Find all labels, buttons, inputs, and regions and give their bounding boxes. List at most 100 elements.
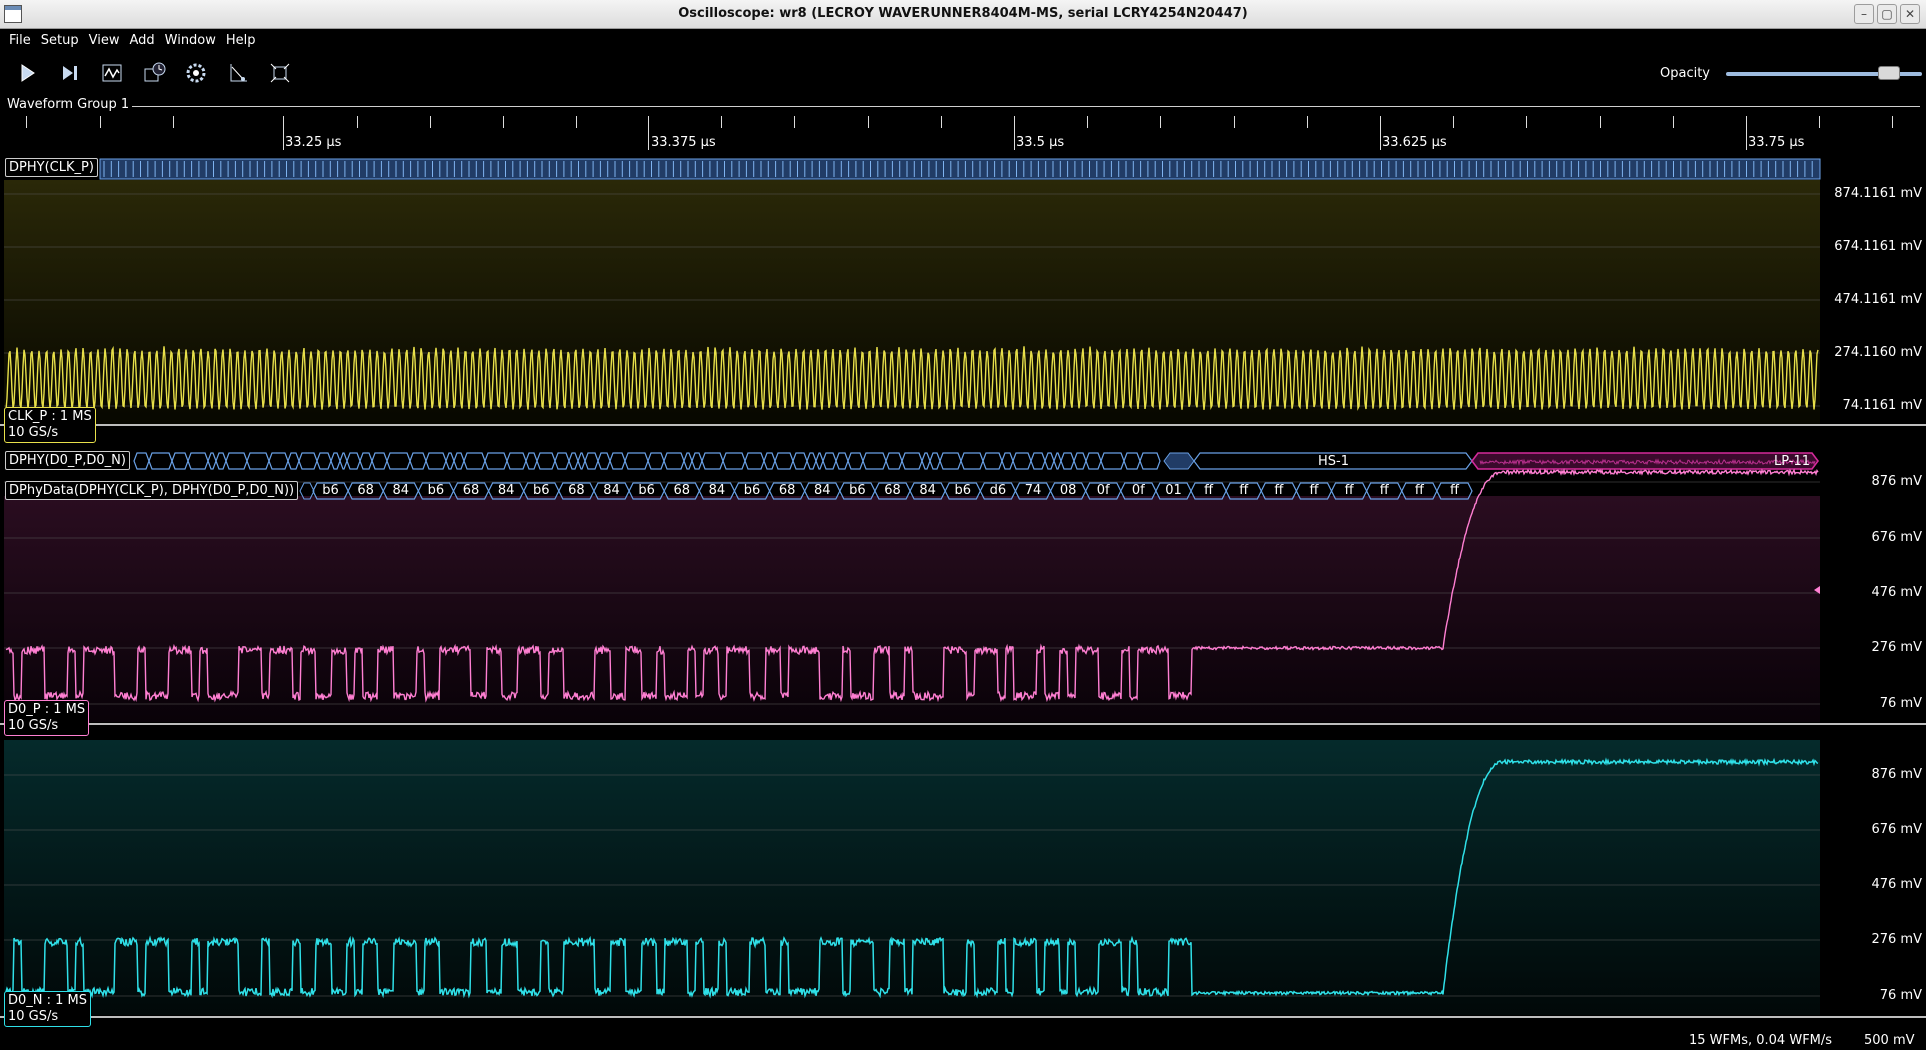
decoded-byte: ff	[1414, 483, 1424, 498]
hs-bit-cell[interactable]	[207, 452, 217, 470]
d0p-panel-divider[interactable]	[0, 723, 1926, 725]
hs-bit-cell[interactable]	[584, 452, 599, 470]
hs-bit-cell[interactable]	[554, 452, 570, 470]
hs-bit-cell[interactable]	[171, 452, 189, 470]
hs-bit-cell[interactable]	[1012, 452, 1032, 470]
decoded-byte: 68	[568, 483, 585, 498]
hs-bit-cell[interactable]	[346, 452, 361, 470]
hs-bit-cell[interactable]	[609, 452, 626, 470]
waveform-plot-area[interactable]	[0, 0, 1926, 1050]
hs-bit-cell[interactable]	[763, 452, 776, 470]
hs-bit-cell[interactable]	[330, 452, 341, 470]
hs-bit-cell[interactable]	[506, 452, 527, 470]
decoded-byte: 84	[497, 483, 515, 498]
hs-bit-cell[interactable]	[225, 452, 248, 470]
hs-bit-cell[interactable]	[525, 452, 538, 470]
hs-bit-cell[interactable]	[921, 452, 931, 470]
d0p-channel-info[interactable]: D0_P : 1 MS 10 GS/s	[4, 700, 90, 736]
d0n-axis-label: 276 mV	[1871, 932, 1922, 947]
d0p-channel-label: D0_P : 1 MS	[8, 702, 86, 717]
hs-bit-cell[interactable]	[691, 452, 703, 470]
hs-bit-cell[interactable]	[862, 452, 887, 470]
clk-protocol-label[interactable]: DPHY(CLK_P)	[5, 158, 98, 177]
hs-bit-cell[interactable]	[1030, 452, 1046, 470]
hs-bit-cell[interactable]	[463, 452, 486, 470]
hs-bit-cell[interactable]	[806, 452, 817, 470]
hs-bit-cell[interactable]	[187, 452, 209, 470]
hs-bit-cell[interactable]	[133, 452, 150, 470]
hs-bit-cell[interactable]	[815, 452, 824, 470]
clk-channel-info[interactable]: CLK_P : 1 MS 10 GS/s	[4, 407, 96, 443]
hs-sync-cell[interactable]	[1163, 452, 1195, 470]
hs-bit-cell[interactable]	[371, 452, 388, 470]
hs-bit-cell[interactable]	[484, 452, 508, 470]
decoded-byte: ff	[1309, 483, 1319, 498]
hs-bit-cell[interactable]	[215, 452, 227, 470]
hs-bit-cell[interactable]	[624, 452, 649, 470]
hs-bit-cell[interactable]	[847, 452, 864, 470]
hs-bit-cell[interactable]	[901, 452, 923, 470]
hs-packet-label: HS-1	[1318, 454, 1349, 469]
hs-bit-cell[interactable]	[298, 452, 318, 470]
hs-bit-cell[interactable]	[1073, 452, 1087, 470]
hs-bit-cell[interactable]	[1060, 452, 1075, 470]
hs-bit-cell[interactable]	[148, 452, 173, 470]
d0n-axis-label: 676 mV	[1871, 822, 1922, 837]
hs-bit-cell[interactable]	[960, 452, 984, 470]
hs-bit-cell[interactable]	[339, 452, 348, 470]
hs-bit-cell[interactable]	[982, 452, 1003, 470]
hs-bit-cell[interactable]	[316, 452, 332, 470]
hs-bit-cell[interactable]	[425, 452, 447, 470]
hs-bit-cell[interactable]	[597, 452, 611, 470]
hs-bit-cell[interactable]	[1085, 452, 1102, 470]
decoded-byte: 84	[392, 483, 410, 498]
hs-bit-cell[interactable]	[1123, 452, 1141, 470]
clk-protocol-bar[interactable]	[99, 158, 1821, 180]
decoded-byte: ff	[1449, 483, 1459, 498]
decoded-byte: 0f	[1096, 483, 1110, 498]
d0n-channel-info[interactable]: D0_N : 1 MS 10 GS/s	[4, 991, 92, 1027]
hs-bit-cell[interactable]	[287, 452, 300, 470]
hs-bit-cell[interactable]	[683, 452, 693, 470]
decoded-byte: b6	[533, 483, 550, 498]
hs-bit-cell[interactable]	[453, 452, 465, 470]
hs-bit-cell[interactable]	[1100, 452, 1125, 470]
d0n-panel-divider[interactable]	[0, 1016, 1926, 1018]
hs-bit-cell[interactable]	[722, 452, 746, 470]
hs-bit-cell[interactable]	[929, 452, 941, 470]
hs-bit-cell[interactable]	[939, 452, 962, 470]
hs-bit-cell[interactable]	[1044, 452, 1055, 470]
hs-bit-cell[interactable]	[1001, 452, 1014, 470]
hs-bit-cell[interactable]	[744, 452, 765, 470]
hs-bit-cell[interactable]	[409, 452, 427, 470]
hs-bit-cell[interactable]	[647, 452, 665, 470]
hs-bit-cell[interactable]	[774, 452, 794, 470]
clk-axis-label: 674.1161 mV	[1834, 239, 1922, 254]
clk-axis-label: 474.1161 mV	[1834, 292, 1922, 307]
vertical-scale-status: 500 mV	[1864, 1033, 1915, 1048]
hs-bit-cell[interactable]	[268, 452, 289, 470]
hs-bit-cell[interactable]	[577, 452, 586, 470]
hs-bit-cell[interactable]	[1053, 452, 1062, 470]
clk-panel-divider[interactable]	[0, 424, 1926, 426]
hs-bit-cell[interactable]	[792, 452, 808, 470]
decoded-byte: b6	[322, 483, 339, 498]
hs-bit-cell[interactable]	[536, 452, 556, 470]
d0p-axis-label: 76 mV	[1879, 696, 1922, 711]
hs-bit-cell[interactable]	[359, 452, 373, 470]
hs-bit-cell[interactable]	[246, 452, 270, 470]
hs-bit-cell[interactable]	[885, 452, 903, 470]
data-protocol-label[interactable]: DPHY(D0_P,D0_N)	[5, 451, 130, 470]
hs-bit-cell[interactable]	[835, 452, 849, 470]
hs-bit-cell[interactable]	[822, 452, 837, 470]
d0p-axis-label: 676 mV	[1871, 530, 1922, 545]
decode-label[interactable]: DPhyData(DPHY(CLK_P), DPHY(D0_P,D0_N))	[5, 481, 299, 500]
hs-bit-cell[interactable]	[663, 452, 685, 470]
hs-bit-cell[interactable]	[1139, 452, 1161, 470]
hs-bit-cell[interactable]	[568, 452, 579, 470]
hs-bit-cell[interactable]	[445, 452, 455, 470]
hs-bit-cell[interactable]	[386, 452, 411, 470]
decoded-byte: b6	[638, 483, 655, 498]
hs-bit-cell[interactable]	[701, 452, 724, 470]
lp-state-label: LP-11	[1774, 454, 1811, 469]
